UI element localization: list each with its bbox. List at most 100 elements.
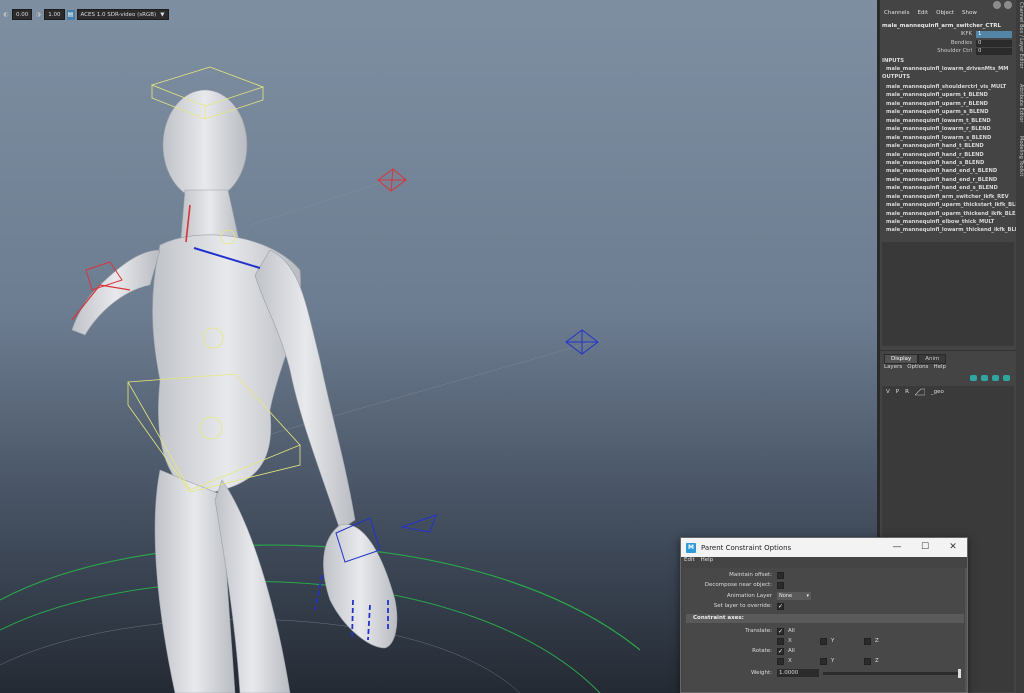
- set-layer-label: Set layer to override:: [713, 603, 772, 609]
- rotate-y-checkbox[interactable]: [820, 657, 827, 665]
- output-node[interactable]: male_mannequinfl_uparm_s_BLEND: [886, 108, 1024, 116]
- menu-help[interactable]: Help: [933, 364, 946, 370]
- side-tab-strip: Channel Box / Layer Editor Attribute Edi…: [1016, 0, 1024, 693]
- attr-value[interactable]: 1: [976, 31, 1012, 38]
- layer-editor-tabs: Display Anim: [884, 354, 947, 364]
- layer-playback-toggle[interactable]: P: [896, 389, 899, 395]
- gamma-icon[interactable]: ◑: [34, 10, 42, 20]
- weight-slider[interactable]: [823, 669, 961, 678]
- output-node[interactable]: male_mannequinfl_hand_end_r_BLEND: [886, 176, 1024, 184]
- dialog-title: Parent Constraint Options: [701, 543, 792, 552]
- chevron-down-icon: ▼: [160, 12, 165, 18]
- output-node[interactable]: male_mannequinfl_shoulderctrl_vis_MULT: [886, 83, 1024, 91]
- settings-icon[interactable]: [993, 1, 1001, 9]
- layer-editor-menu: Layers Options Help: [884, 364, 946, 370]
- exposure-field[interactable]: 0.00: [12, 9, 33, 20]
- translate-x-label: X: [788, 638, 792, 644]
- attr-value[interactable]: 0: [976, 48, 1012, 55]
- output-node[interactable]: male_mannequinfl_hand_s_BLEND: [886, 159, 1024, 167]
- minimize-button[interactable]: —: [883, 538, 911, 557]
- translate-axes-row: X Y Z: [683, 636, 965, 646]
- output-node[interactable]: male_mannequinfl_elbow_thick_MULT: [886, 218, 1024, 226]
- decompose-checkbox[interactable]: [777, 581, 784, 589]
- colorspace-label: ACES 1.0 SDR-video (sRGB): [80, 12, 157, 18]
- menu-help[interactable]: Help: [701, 557, 714, 567]
- move-layer-up-icon[interactable]: [970, 375, 977, 381]
- tab-anim[interactable]: Anim: [918, 354, 947, 364]
- rotate-all-checkbox[interactable]: ✓: [777, 647, 784, 655]
- rotate-row: Rotate: ✓ All: [683, 646, 965, 656]
- output-node[interactable]: male_mannequinfl_lowarm_r_BLEND: [886, 125, 1024, 133]
- outputs-header[interactable]: OUTPUTS: [882, 74, 910, 80]
- output-node[interactable]: male_mannequinfl_lowarm_s_BLEND: [886, 134, 1024, 142]
- node-name[interactable]: male_mannequinfl_arm_switcher_CTRL: [882, 23, 1001, 29]
- menu-object[interactable]: Object: [936, 10, 954, 20]
- move-layer-down-icon[interactable]: [981, 375, 988, 381]
- menu-edit[interactable]: Edit: [684, 557, 695, 567]
- menu-show[interactable]: Show: [962, 10, 977, 20]
- translate-all-label: All: [788, 628, 795, 634]
- side-tab-channel-box[interactable]: Channel Box / Layer Editor: [1017, 2, 1024, 69]
- output-node[interactable]: male_mannequinfl_lowarm_t_BLEND: [886, 117, 1024, 125]
- layer-editor-icons: [970, 375, 1010, 381]
- rotate-axes-row: X Y Z: [683, 656, 965, 666]
- output-node[interactable]: male_mannequinfl_hand_end_s_BLEND: [886, 184, 1024, 192]
- maximize-button[interactable]: ☐: [911, 538, 939, 557]
- output-node[interactable]: male_mannequinfl_uparm_thickstart_ikfk_B…: [886, 201, 1024, 209]
- output-node[interactable]: male_mannequinfl_uparm_thickend_ikfk_BLE…: [886, 210, 1024, 218]
- help-icon[interactable]: [1004, 1, 1012, 9]
- translate-all-checkbox[interactable]: ✓: [777, 627, 784, 635]
- output-node[interactable]: male_mannequinfl_lowarm_thickend_ikfk_BL…: [886, 226, 1024, 234]
- colorspace-dropdown[interactable]: ACES 1.0 SDR-video (sRGB) ▼: [76, 9, 169, 20]
- rotate-x-checkbox[interactable]: [777, 657, 784, 665]
- attr-row-shoulder-ctrl[interactable]: Shoulder Ctrl 0: [880, 48, 1014, 56]
- maintain-offset-row: Maintain offset:: [683, 570, 965, 580]
- output-node[interactable]: male_mannequinfl_hand_end_t_BLEND: [886, 167, 1024, 175]
- layer-row[interactable]: V P R _geo: [886, 388, 944, 396]
- rotate-label: Rotate:: [752, 648, 772, 654]
- attr-row-bendies[interactable]: Bendies 0: [880, 40, 1014, 48]
- new-layer-selected-icon[interactable]: [1003, 375, 1010, 381]
- tab-display[interactable]: Display: [884, 354, 919, 364]
- layer-name[interactable]: _geo: [931, 389, 944, 395]
- new-layer-icon[interactable]: [992, 375, 999, 381]
- weight-input[interactable]: 1.0000: [777, 669, 819, 677]
- output-node[interactable]: male_mannequinfl_uparm_r_BLEND: [886, 100, 1024, 108]
- attr-row-ikfk[interactable]: IKFK 1: [880, 31, 1014, 39]
- animation-layer-dropdown[interactable]: None ▾: [777, 592, 811, 600]
- output-node[interactable]: male_mannequinfl_uparm_t_BLEND: [886, 91, 1024, 99]
- close-button[interactable]: ✕: [939, 538, 967, 557]
- menu-layers[interactable]: Layers: [884, 364, 902, 370]
- output-node[interactable]: male_mannequinfl_arm_switcher_ikfk_REV: [886, 193, 1024, 201]
- gamma-field[interactable]: 1.00: [44, 9, 65, 20]
- menu-edit[interactable]: Edit: [917, 10, 928, 20]
- layer-visibility-toggle[interactable]: V: [886, 389, 890, 395]
- dialog-menu: Edit Help: [681, 557, 967, 567]
- colormanagement-icon[interactable]: ▤: [66, 9, 75, 20]
- rotate-z-checkbox[interactable]: [864, 657, 871, 665]
- dialog-titlebar[interactable]: M Parent Constraint Options — ☐ ✕: [681, 538, 967, 557]
- parent-constraint-dialog: M Parent Constraint Options — ☐ ✕ Edit H…: [680, 537, 968, 693]
- maintain-offset-checkbox[interactable]: [777, 571, 784, 579]
- output-node[interactable]: male_mannequinfl_hand_t_BLEND: [886, 142, 1024, 150]
- animation-layer-row: Animation Layer None ▾: [683, 591, 965, 601]
- menu-options[interactable]: Options: [907, 364, 928, 370]
- translate-z-checkbox[interactable]: [864, 637, 871, 645]
- translate-label: Translate:: [745, 628, 772, 634]
- menu-channels[interactable]: Channels: [884, 10, 909, 20]
- inputs-header[interactable]: INPUTS: [882, 58, 904, 64]
- side-tab-modeling-toolkit[interactable]: Modeling Toolkit: [1017, 136, 1024, 176]
- input-node[interactable]: male_mannequinfl_lowarm_drivenMts_MM: [886, 66, 1008, 72]
- exposure-icon[interactable]: ◐: [2, 10, 10, 20]
- layer-reference-toggle[interactable]: R: [905, 389, 909, 395]
- set-layer-checkbox[interactable]: ✓: [777, 602, 784, 610]
- weight-slider-handle[interactable]: [958, 669, 961, 678]
- decompose-row: Decompose near object:: [683, 580, 965, 590]
- attr-value[interactable]: 0: [976, 40, 1012, 47]
- output-node[interactable]: male_mannequinfl_hand_r_BLEND: [886, 151, 1024, 159]
- translate-x-checkbox[interactable]: [777, 637, 784, 645]
- side-tab-attribute-editor[interactable]: Attribute Editor: [1017, 84, 1024, 122]
- dialog-scrollbar[interactable]: [965, 568, 967, 692]
- constraint-axes-header[interactable]: Constraint axes:: [686, 614, 964, 623]
- translate-y-checkbox[interactable]: [820, 637, 827, 645]
